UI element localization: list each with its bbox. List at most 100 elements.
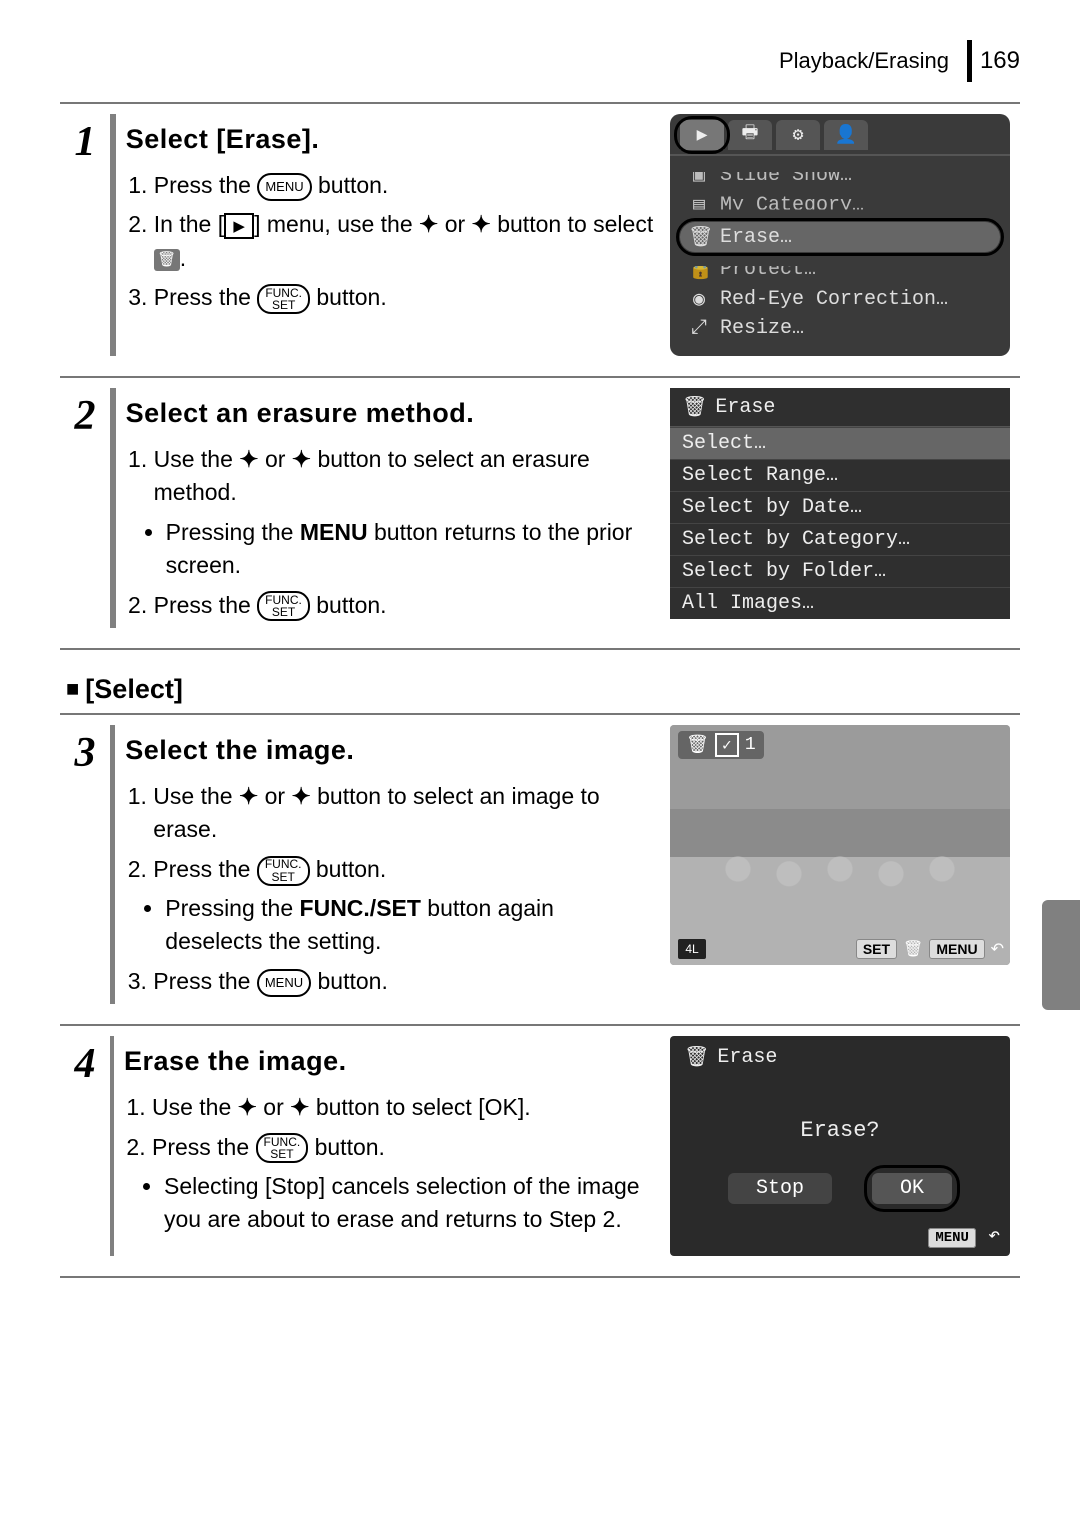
menu-item-slideshow: ▣Slide Show…	[670, 160, 1010, 190]
menu-item-redeye: ◉Red-Eye Correction…	[670, 284, 1010, 314]
erase-icon: 🗑	[688, 224, 710, 250]
step-1-screenshot: ▶ 🖶 ⚙ 👤 ▣Slide Show… ▤My Category… 🗑Eras…	[670, 114, 1010, 356]
step-1-li-2: In the [▶] menu, use the ✦ or ✦ button t…	[154, 208, 656, 275]
step-3-li-3: Press the MENU button.	[153, 965, 656, 998]
erase-icon: 🗑	[154, 249, 180, 271]
section-thumb-tab	[1042, 900, 1080, 1010]
manual-page: Playback/Erasing 169 1 Select [Erase]. P…	[0, 0, 1080, 1521]
menu-button-icon: MENU	[257, 173, 311, 201]
page-number: 169	[980, 47, 1020, 75]
menu-hint-br: MENU ↶	[928, 1222, 1000, 1248]
protect-icon: 🔒	[688, 256, 710, 282]
right-arrow-icon: ✦	[291, 783, 310, 809]
menu-button-icon: MENU	[257, 969, 311, 997]
step-4-li-1: Use the ✦ or ✦ button to select [OK].	[152, 1091, 656, 1124]
menu-item-erase: 🗑Erase…	[680, 222, 1000, 252]
step-1-instructions: Press the MENU button. In the [▶] menu, …	[126, 169, 656, 314]
menu-item-resize: ⤢Resize…	[670, 314, 1010, 342]
erase-option-date: Select by Date…	[670, 491, 1010, 523]
step-1-number: 1	[75, 118, 96, 166]
confirm-buttons: Stop OK	[670, 1173, 1010, 1204]
erase-option-select: Select…	[670, 427, 1010, 459]
step-3-number: 3	[75, 729, 96, 777]
step-2-title: Select an erasure method.	[126, 394, 656, 433]
image-size-badge: 4L	[678, 939, 706, 959]
stop-button: Stop	[728, 1173, 832, 1204]
func-set-button-icon: FUNC. SET	[256, 1133, 309, 1163]
confirm-title: 🗑Erase	[670, 1036, 1010, 1078]
erase-option-category: Select by Category…	[670, 523, 1010, 555]
step-2-number: 2	[75, 392, 96, 440]
menu-hint: MENU	[929, 939, 984, 959]
step-4-li-2: Press the FUNC. SET button.	[152, 1131, 656, 1164]
tab-user: 👤	[824, 120, 868, 150]
step-accent-bar	[110, 725, 115, 1004]
erase-option-range: Select Range…	[670, 459, 1010, 491]
step-3-bullet-1: Pressing the FUNC./SET button again dese…	[165, 892, 656, 959]
set-hint: SET	[856, 939, 897, 959]
step-accent-bar	[110, 1036, 114, 1256]
menu-item-mycategory: ▤My Category…	[670, 190, 1010, 220]
checkmark-icon: ✓	[715, 733, 739, 757]
step-1-li-3: Press the FUNC. SET button.	[154, 281, 656, 314]
playback-icon: ▶	[224, 213, 254, 239]
camera-erase-confirm: 🗑Erase Erase? Stop OK MENU ↶	[670, 1036, 1010, 1256]
left-arrow-icon: ✦	[239, 783, 258, 809]
step-2-li-2: Press the FUNC. SET button.	[154, 589, 656, 622]
camera-menu-tabs: ▶ 🖶 ⚙ 👤	[670, 114, 1010, 156]
erase-icon: 🗑	[686, 734, 709, 756]
tab-playback: ▶	[680, 120, 724, 150]
step-3-li-1: Use the ✦ or ✦ button to select an image…	[153, 780, 656, 847]
header-section: Playback/Erasing	[779, 48, 949, 74]
step-4-title: Erase the image.	[124, 1042, 656, 1081]
erase-option-all: All Images…	[670, 587, 1010, 619]
down-arrow-icon: ✦	[472, 211, 491, 237]
step-2: 2 Select an erasure method. Use the ✦ or…	[60, 376, 1020, 650]
beach-photo-placeholder	[670, 725, 1010, 965]
square-bullet-icon: ■	[66, 676, 79, 701]
camera-playback-menu: ▶ 🖶 ⚙ 👤 ▣Slide Show… ▤My Category… 🗑Eras…	[670, 114, 1010, 356]
selection-count: 1	[745, 735, 756, 755]
step-3-title: Select the image.	[125, 731, 656, 770]
step-2-instructions: Use the ✦ or ✦ button to select an erasu…	[126, 443, 656, 510]
step-4-screenshot: 🗑Erase Erase? Stop OK MENU ↶	[670, 1036, 1010, 1256]
down-arrow-icon: ✦	[292, 446, 311, 472]
step-2-screenshot: 🗑Erase Select… Select Range… Select by D…	[670, 388, 1010, 628]
return-icon: ↶	[988, 1225, 1000, 1248]
step-2-li-1: Use the ✦ or ✦ button to select an erasu…	[154, 443, 656, 510]
erase-list-title: 🗑Erase	[670, 388, 1010, 427]
erase-icon: 🗑	[682, 394, 707, 420]
right-arrow-icon: ✦	[290, 1094, 309, 1120]
tab-tools: ⚙	[776, 120, 820, 150]
header-divider	[967, 40, 972, 82]
step-1: 1 Select [Erase]. Press the MENU button.…	[60, 102, 1020, 378]
func-set-button-icon: FUNC. SET	[257, 284, 310, 314]
step-accent-bar	[110, 114, 116, 356]
step-accent-bar	[110, 388, 116, 628]
step-2-bullet-1: Pressing the MENU button returns to the …	[166, 516, 656, 583]
selection-indicator: 🗑 ✓ 1	[678, 731, 764, 759]
erase-icon: 🗑	[903, 939, 923, 959]
tab-print: 🖶	[728, 120, 772, 150]
confirm-question: Erase?	[670, 1118, 1010, 1143]
step-3: 3 Select the image. Use the ✦ or ✦ butto…	[60, 713, 1020, 1026]
up-arrow-icon: ✦	[239, 446, 258, 472]
step-3-screenshot: 🗑 ✓ 1 4L SET 🗑 MENU ↶	[670, 725, 1010, 1004]
step-1-li-1: Press the MENU button.	[154, 169, 656, 202]
return-icon: ↶	[991, 939, 1004, 959]
step-4-bullet-1: Selecting [Stop] cancels selection of th…	[164, 1170, 656, 1237]
resize-icon: ⤢	[688, 316, 710, 340]
category-icon: ▤	[688, 192, 710, 218]
func-set-button-icon: FUNC. SET	[257, 591, 310, 621]
ok-button: OK	[872, 1173, 952, 1204]
slideshow-icon: ▣	[688, 162, 710, 188]
erase-option-folder: Select by Folder…	[670, 555, 1010, 587]
step-1-title: Select [Erase].	[126, 120, 656, 159]
bottom-right-hints: SET 🗑 MENU ↶	[856, 939, 1004, 959]
camera-image-preview: 🗑 ✓ 1 4L SET 🗑 MENU ↶	[670, 725, 1010, 965]
step-3-instructions: Use the ✦ or ✦ button to select an image…	[125, 780, 656, 886]
camera-erase-methods: 🗑Erase Select… Select Range… Select by D…	[670, 388, 1010, 619]
page-header: Playback/Erasing 169	[60, 40, 1020, 82]
menu-hint: MENU	[928, 1228, 976, 1248]
step-4: 4 Erase the image. Use the ✦ or ✦ button…	[60, 1024, 1020, 1278]
